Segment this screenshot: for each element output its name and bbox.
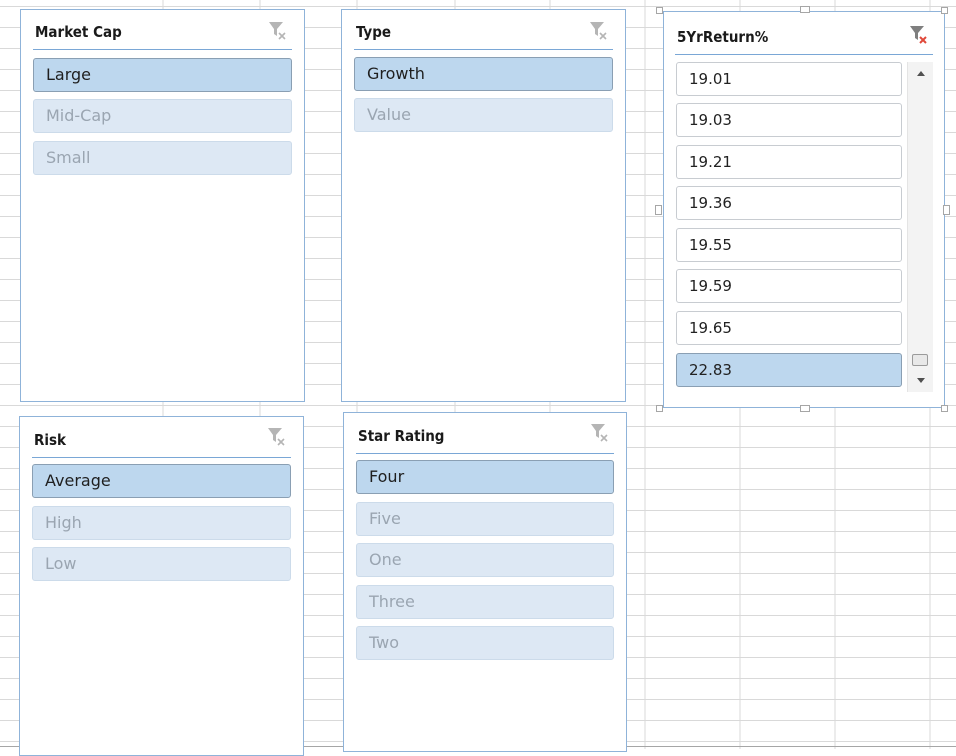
clear-filter-icon[interactable] (265, 425, 287, 449)
clear-filter-icon[interactable] (587, 19, 609, 43)
resize-handle-left[interactable] (655, 205, 662, 215)
resize-handle-bottom-right[interactable] (941, 405, 948, 412)
slicer-title: Market Cap (35, 23, 122, 41)
slicer-item-22-83[interactable]: 22.83 (676, 353, 902, 387)
slicer-item-small[interactable]: Small (33, 141, 292, 175)
slicer-market-cap[interactable]: Market Cap Large Mid-Cap Small (20, 9, 305, 402)
scroll-up-arrow-icon[interactable] (908, 64, 933, 84)
slicer-item-mid-cap[interactable]: Mid-Cap (33, 99, 292, 133)
slicer-item-five[interactable]: Five (356, 502, 614, 536)
slicer-star-rating[interactable]: Star Rating Four Five One Three Two (343, 412, 627, 752)
resize-handle-top-left[interactable] (656, 7, 663, 14)
resize-handle-bottom[interactable] (800, 405, 810, 412)
resize-handle-top-right[interactable] (941, 7, 948, 14)
slicer-header: Star Rating (356, 420, 614, 454)
resize-handle-right[interactable] (943, 205, 950, 215)
slicer-risk[interactable]: Risk Average High Low (19, 416, 304, 756)
slicer-item-high[interactable]: High (32, 506, 291, 540)
slicer-item-growth[interactable]: Growth (354, 57, 613, 91)
slicer-item-low[interactable]: Low (32, 547, 291, 581)
slicer-5yr-return[interactable]: 5YrReturn% 19.01 19.03 19.21 19.36 19.55… (663, 11, 945, 408)
scroll-down-arrow-icon[interactable] (908, 370, 933, 390)
slicer-title: Star Rating (358, 427, 445, 445)
slicer-item-three[interactable]: Three (356, 585, 614, 619)
slicer-header: Risk (32, 424, 291, 458)
slicer-title: Risk (34, 431, 67, 449)
slicer-item-19-03[interactable]: 19.03 (676, 103, 902, 137)
slicer-item-average[interactable]: Average (32, 464, 291, 498)
scrollbar-thumb[interactable] (912, 354, 928, 366)
resize-handle-top[interactable] (800, 6, 810, 13)
slicer-header: 5YrReturn% (675, 19, 933, 55)
clear-filter-icon[interactable] (588, 421, 610, 445)
slicer-item-19-21[interactable]: 19.21 (676, 145, 902, 179)
slicer-item-one[interactable]: One (356, 543, 614, 577)
slicer-header: Market Cap (33, 18, 292, 50)
slicer-item-value[interactable]: Value (354, 98, 613, 132)
slicer-header: Type (354, 18, 613, 50)
slicer-item-19-01[interactable]: 19.01 (676, 62, 902, 96)
slicer-item-19-55[interactable]: 19.55 (676, 228, 902, 262)
slicer-type[interactable]: Type Growth Value (341, 9, 626, 402)
slicer-title: Type (356, 23, 392, 41)
slicer-item-two[interactable]: Two (356, 626, 614, 660)
slicer-item-19-59[interactable]: 19.59 (676, 269, 902, 303)
resize-handle-bottom-left[interactable] (656, 405, 663, 412)
slicer-item-19-36[interactable]: 19.36 (676, 186, 902, 220)
slicer-item-four[interactable]: Four (356, 460, 614, 494)
slicer-title: 5YrReturn% (677, 28, 769, 46)
slicer-scrollbar[interactable] (907, 62, 933, 392)
slicer-item-19-65[interactable]: 19.65 (676, 311, 902, 345)
clear-filter-icon[interactable] (266, 19, 288, 43)
clear-filter-icon[interactable] (907, 23, 929, 47)
slicer-item-large[interactable]: Large (33, 58, 292, 92)
